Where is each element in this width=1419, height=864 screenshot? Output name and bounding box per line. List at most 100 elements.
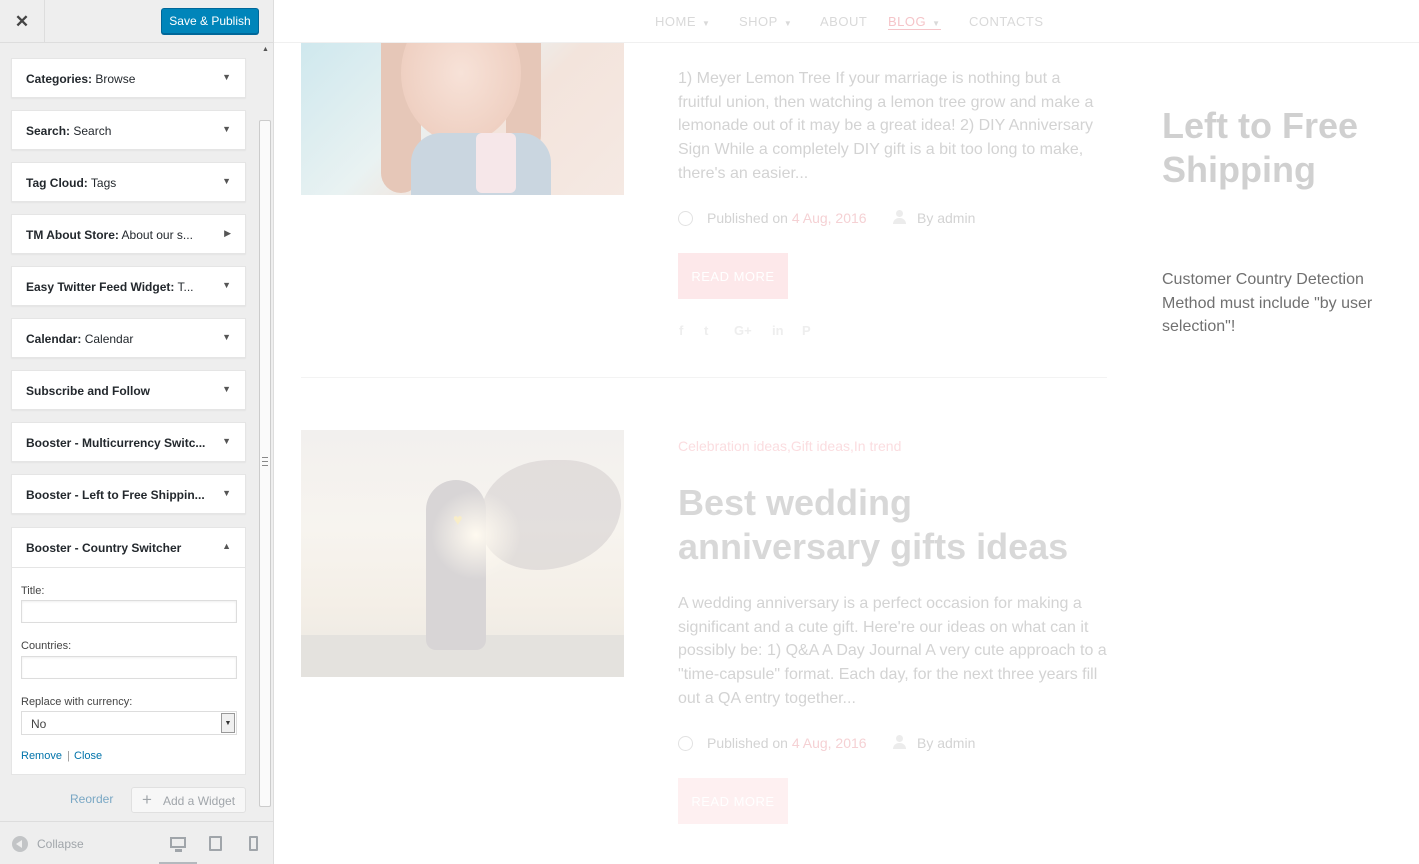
- widget-calendar[interactable]: Calendar: Calendar ▼: [11, 318, 246, 358]
- read-more-button[interactable]: READ MORE: [678, 253, 788, 299]
- nav-item-blog[interactable]: BLOG ▼: [888, 14, 941, 30]
- widget-title: Easy Twitter Feed Widget: T...: [26, 280, 194, 294]
- post-categories[interactable]: Celebration ideas,Gift ideas,In trend: [678, 438, 901, 454]
- collapse-label: Collapse: [37, 837, 84, 851]
- close-icon: ✕: [14, 11, 30, 31]
- widget-tag-cloud[interactable]: Tag Cloud: Tags ▼: [11, 162, 246, 202]
- free-shipping-heading: Left to Free Shipping: [1162, 105, 1359, 190]
- add-widget-button[interactable]: + Add a Widget: [131, 787, 246, 813]
- widget-booster-multicurrency[interactable]: Booster - Multicurrency Switc... ▼: [11, 422, 246, 462]
- post-excerpt: A wedding anniversary is a perfect occas…: [678, 595, 1107, 707]
- read-more-button[interactable]: READ MORE: [678, 778, 788, 824]
- countries-field-label: Countries:: [21, 640, 72, 652]
- post-author[interactable]: By admin: [917, 735, 975, 751]
- post-meta: Published on 4 Aug, 2016 By admin: [678, 208, 1008, 228]
- preview-tablet-button[interactable]: [197, 822, 235, 864]
- widget-title: Categories: Browse: [26, 72, 136, 86]
- preview-desktop-button[interactable]: [159, 822, 197, 864]
- remove-widget-link[interactable]: Remove: [21, 750, 62, 762]
- caret-down-icon[interactable]: ▼: [222, 384, 231, 394]
- countries-input[interactable]: [21, 656, 237, 679]
- close-widget-link[interactable]: Close: [74, 750, 102, 762]
- chevron-down-icon: ▼: [932, 19, 941, 28]
- save-publish-button[interactable]: Save & Publish: [161, 8, 259, 34]
- plus-icon: +: [142, 790, 152, 809]
- caret-up-icon[interactable]: ▲: [222, 541, 231, 551]
- post-date-link[interactable]: 4 Aug, 2016: [792, 735, 867, 751]
- caret-down-icon[interactable]: ▼: [222, 488, 231, 498]
- widget-easy-twitter-feed[interactable]: Easy Twitter Feed Widget: T... ▼: [11, 266, 246, 306]
- free-shipping-message: Customer Country Detection Method must i…: [1162, 271, 1373, 336]
- reorder-link[interactable]: Reorder: [70, 792, 113, 806]
- select-value: No: [31, 717, 47, 731]
- replace-currency-select[interactable]: No ▼: [21, 711, 237, 735]
- nav-item-home[interactable]: HOME ▼: [655, 14, 710, 29]
- widget-title: Tag Cloud: Tags: [26, 176, 117, 190]
- widget-subscribe-follow[interactable]: Subscribe and Follow ▼: [11, 370, 246, 410]
- site-preview: HOME ▼ SHOP ▼ ABOUT BLOG ▼ CONTACTS 1) Meye…: [274, 0, 1419, 864]
- clock-icon: [678, 211, 693, 226]
- post-author[interactable]: By admin: [917, 210, 975, 226]
- widget-header[interactable]: Booster - Country Switcher ▲: [12, 528, 245, 568]
- title-input[interactable]: [21, 600, 237, 623]
- post-thumbnail-girl-drinking[interactable]: [301, 43, 624, 195]
- nav-item-about[interactable]: ABOUT: [820, 14, 867, 29]
- widget-booster-free-shipping[interactable]: Booster - Left to Free Shippin... ▼: [11, 474, 246, 514]
- published-date: Published on 4 Aug, 2016: [707, 210, 867, 226]
- facebook-icon[interactable]: f: [679, 323, 683, 338]
- chevron-down-icon: ▼: [702, 19, 711, 28]
- heart-icon: ♥: [453, 512, 463, 529]
- widget-title: Booster - Country Switcher: [26, 541, 182, 555]
- customizer-footer: Collapse: [0, 821, 273, 864]
- title-field-label: Title:: [21, 585, 45, 597]
- caret-down-icon[interactable]: ▼: [222, 72, 231, 82]
- caret-down-icon[interactable]: ▼: [222, 124, 231, 134]
- pinterest-icon[interactable]: P: [802, 323, 811, 338]
- post-divider: [301, 377, 1107, 378]
- post-meta: Published on 4 Aug, 2016 By admin: [678, 733, 1008, 753]
- social-share-icons: f t G+ in P: [678, 323, 818, 339]
- post-title[interactable]: Best wedding anniversary gifts ideas: [678, 481, 1118, 569]
- mobile-icon: [249, 836, 258, 851]
- customizer-root: ✕ Save & Publish Categories: Browse ▼ Se…: [0, 0, 1419, 864]
- link-separator: |: [67, 750, 70, 762]
- chevron-down-icon: ▼: [783, 19, 793, 28]
- add-widget-label: Add a Widget: [163, 794, 236, 808]
- user-icon: [893, 735, 906, 749]
- customizer-sidebar: ✕ Save & Publish Categories: Browse ▼ Se…: [0, 0, 274, 864]
- widget-title: Calendar: Calendar: [26, 332, 134, 346]
- close-customizer-button[interactable]: ✕: [0, 0, 45, 43]
- widget-search[interactable]: Search: Search ▼: [11, 110, 246, 150]
- widget-categories[interactable]: Categories: Browse ▼: [11, 58, 246, 98]
- caret-right-icon[interactable]: ▶: [224, 228, 231, 239]
- currency-field-label: Replace with currency:: [21, 696, 133, 708]
- published-date: Published on 4 Aug, 2016: [707, 735, 867, 751]
- caret-down-icon[interactable]: ▼: [222, 332, 231, 342]
- widget-title: Booster - Multicurrency Switc...: [26, 436, 206, 450]
- twitter-icon[interactable]: t: [704, 323, 708, 338]
- clock-icon: [678, 736, 693, 751]
- tablet-icon: [209, 836, 222, 851]
- scroll-up-arrow-icon[interactable]: ▲: [262, 46, 269, 53]
- caret-down-icon[interactable]: ▼: [222, 280, 231, 290]
- nav-item-shop[interactable]: SHOP ▼: [739, 14, 792, 29]
- google-plus-icon[interactable]: G+: [734, 323, 752, 338]
- dropdown-arrow-icon[interactable]: ▼: [221, 713, 235, 733]
- collapse-button[interactable]: Collapse: [12, 836, 84, 852]
- widget-list: Categories: Browse ▼ Search: Search ▼ Ta…: [0, 43, 258, 821]
- widget-title: Search: Search: [26, 124, 112, 138]
- caret-down-icon[interactable]: ▼: [222, 176, 231, 186]
- preview-mobile-button[interactable]: [235, 822, 273, 864]
- post-excerpt: 1) Meyer Lemon Tree If your marriage is …: [678, 70, 1094, 182]
- widget-booster-country-switcher: Booster - Country Switcher ▲ Title: Coun…: [11, 527, 246, 775]
- widget-title: TM About Store: About our s...: [26, 228, 193, 242]
- nav-item-contacts[interactable]: CONTACTS: [969, 14, 1044, 29]
- post-thumbnail-wedding-couple[interactable]: ♥: [301, 430, 624, 677]
- site-navigation: HOME ▼ SHOP ▼ ABOUT BLOG ▼ CONTACTS: [274, 0, 1419, 43]
- scroll-grip-icon: [262, 457, 268, 466]
- post-date-link[interactable]: 4 Aug, 2016: [792, 210, 867, 226]
- caret-down-icon[interactable]: ▼: [222, 436, 231, 446]
- widget-title: Subscribe and Follow: [26, 384, 151, 398]
- widget-tm-about-store[interactable]: TM About Store: About our s... ▶: [11, 214, 246, 254]
- linkedin-icon[interactable]: in: [772, 323, 784, 338]
